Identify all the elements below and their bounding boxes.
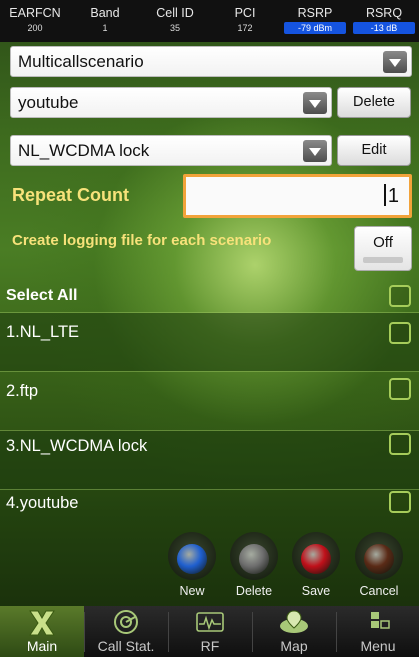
header-label: RSRP [297, 6, 333, 20]
scenario-dropdown[interactable]: Multicallscenario [10, 46, 412, 77]
header-value: 1 [102, 23, 108, 33]
list-item-label: 3.NL_WCDMA lock [6, 437, 148, 455]
call-stat-icon [114, 610, 138, 634]
cancel-button-label: Cancel [359, 584, 399, 598]
delete-button[interactable]: Delete [337, 87, 411, 118]
list-item[interactable]: 2.ftp [0, 372, 419, 430]
header-value: 35 [169, 23, 180, 33]
new-button[interactable]: New [168, 532, 216, 606]
dropdown-arrow-icon [383, 51, 407, 73]
nav-main-label: Main [26, 638, 58, 654]
nav-call-stat[interactable]: Call Stat. [84, 606, 168, 657]
blue-circle-icon [177, 544, 207, 574]
brown-circle-icon [364, 544, 394, 574]
repeat-count-value: 1 [387, 185, 399, 207]
header-rsrp: RSRP -79 dBm [280, 0, 350, 34]
list-item-checkbox[interactable] [389, 378, 411, 400]
dropdown-arrow-icon [303, 92, 327, 114]
delete-scenario-button[interactable]: Delete [230, 532, 278, 606]
toggle-state: Off [373, 234, 393, 251]
map-icon [280, 610, 308, 633]
header-label: EARFCN [9, 6, 61, 20]
sub-item-dropdown-value: NL_WCDMA lock [18, 141, 150, 160]
nav-map-label: Map [280, 638, 308, 654]
red-circle-icon [301, 544, 331, 574]
header-band: Band 1 [70, 0, 140, 34]
header-value: 200 [27, 23, 43, 33]
header-label: Band [90, 6, 120, 20]
nav-menu[interactable]: Menu [336, 606, 419, 657]
nav-main[interactable]: Main [0, 606, 84, 657]
signal-info-header: EARFCN 200 Band 1 Cell ID 35 PCI 172 RSR… [0, 0, 419, 42]
dropdown-arrow-icon [303, 140, 327, 162]
header-rsrq: RSRQ -13 dB [349, 0, 419, 34]
scenario-item-dropdown[interactable]: youtube [10, 87, 332, 118]
list-item-label: 1.NL_LTE [6, 323, 80, 341]
list-item-checkbox[interactable] [389, 322, 411, 344]
toggle-indicator [363, 257, 403, 263]
select-all-checkbox[interactable] [389, 285, 411, 307]
scenario-dropdown-value: Multicallscenario [18, 52, 144, 71]
logging-label: Create logging file for each scenario [12, 232, 272, 249]
header-label: Cell ID [156, 6, 194, 20]
list-item-checkbox[interactable] [389, 433, 411, 455]
list-item[interactable]: 4.youtube [0, 490, 419, 530]
app-screen: EARFCN 200 Band 1 Cell ID 35 PCI 172 RSR… [0, 0, 419, 657]
logging-toggle[interactable]: Off [354, 226, 412, 271]
sub-item-dropdown[interactable]: NL_WCDMA lock [10, 135, 332, 166]
header-value: -13 dB [353, 22, 415, 34]
scenario-item-dropdown-value: youtube [18, 93, 79, 112]
repeat-count-input[interactable]: 1 [183, 174, 412, 218]
header-cell-id: Cell ID 35 [140, 0, 210, 34]
gray-circle-icon [239, 544, 269, 574]
menu-icon [371, 612, 390, 629]
header-value: 172 [237, 23, 253, 33]
save-button[interactable]: Save [292, 532, 340, 606]
x-logo-icon [29, 610, 55, 636]
select-all-label: Select All [6, 287, 78, 304]
list-item-checkbox[interactable] [389, 491, 411, 513]
nav-call-stat-label: Call Stat. [97, 638, 155, 654]
edit-button[interactable]: Edit [337, 135, 411, 166]
list-item-label: 4.youtube [6, 494, 79, 512]
nav-rf-label: RF [200, 638, 220, 654]
list-item-label: 2.ftp [6, 382, 39, 400]
bottom-navigation: Main Call Stat. RF Map Menu [0, 606, 419, 657]
list-item[interactable]: 1.NL_LTE [0, 313, 419, 371]
repeat-count-label: Repeat Count [12, 185, 129, 205]
nav-rf[interactable]: RF [168, 606, 252, 657]
cancel-button[interactable]: Cancel [355, 532, 403, 606]
header-earfcn: EARFCN 200 [0, 0, 70, 34]
header-label: PCI [234, 6, 256, 20]
select-all-row[interactable]: Select All [0, 280, 419, 312]
rf-wave-icon [196, 612, 224, 632]
save-button-label: Save [301, 584, 331, 598]
header-label: RSRQ [365, 6, 403, 20]
header-value: -79 dBm [284, 22, 346, 34]
text-caret [383, 184, 386, 206]
nav-menu-label: Menu [360, 638, 396, 654]
header-pci: PCI 172 [210, 0, 280, 34]
nav-map[interactable]: Map [252, 606, 336, 657]
list-item[interactable]: 3.NL_WCDMA lock [0, 431, 419, 489]
